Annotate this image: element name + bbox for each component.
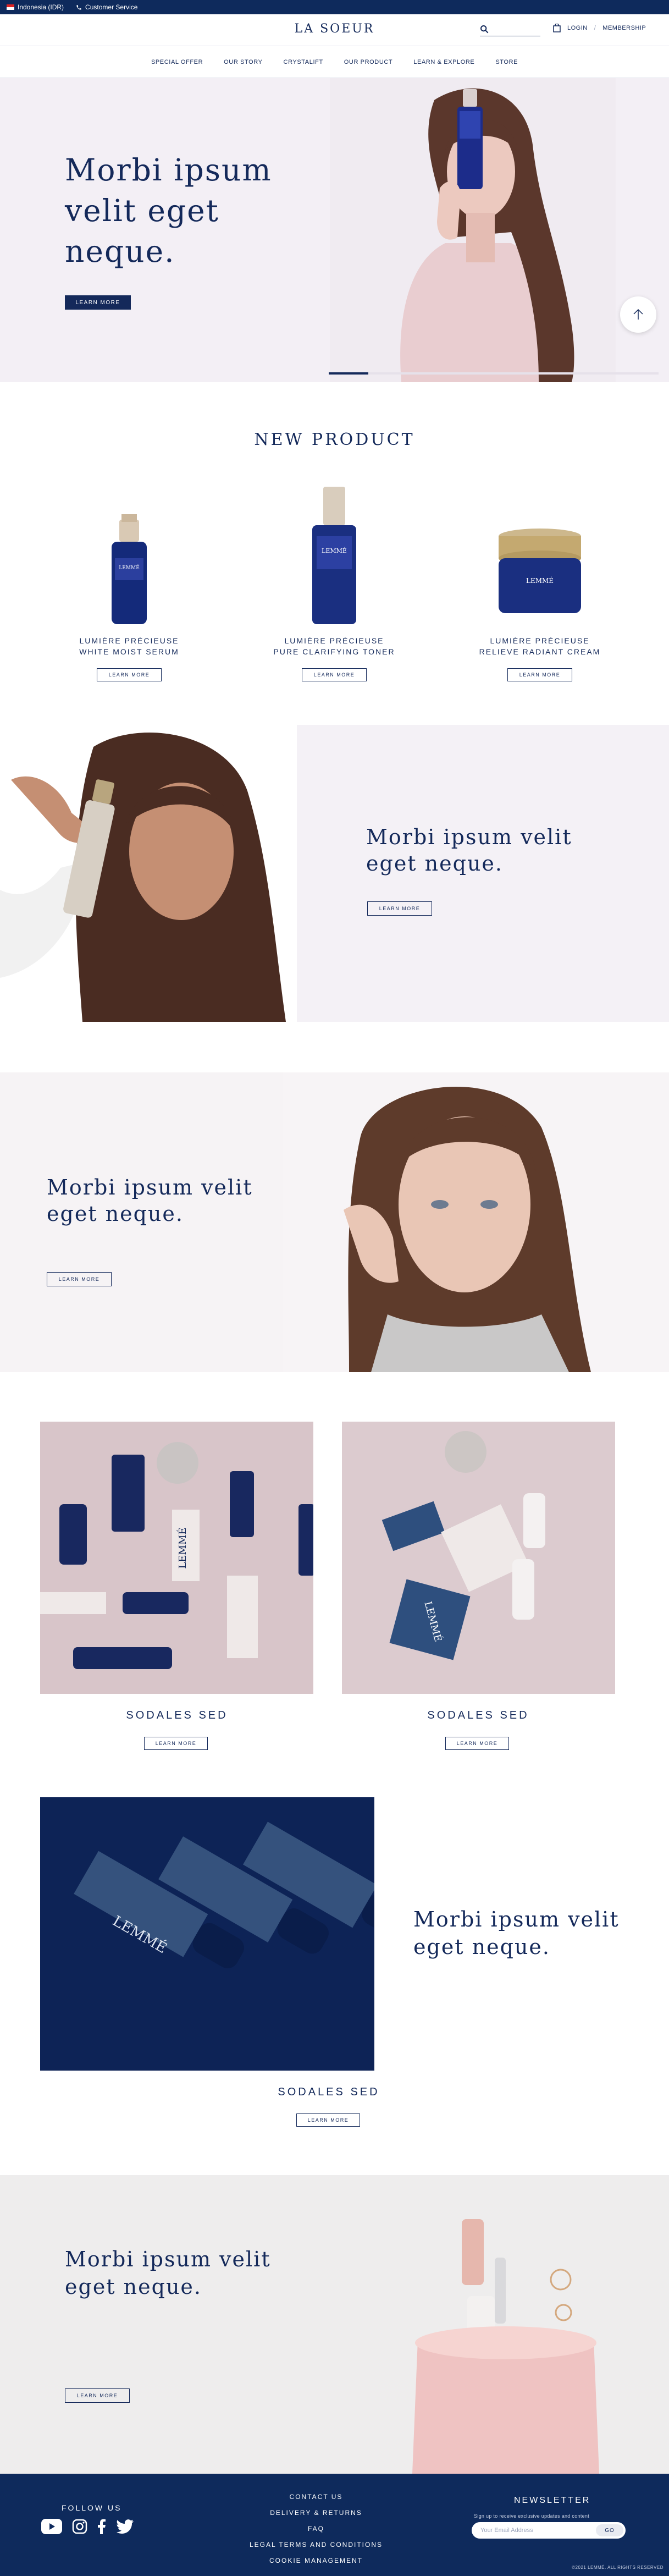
facebook-icon[interactable] <box>97 2519 106 2534</box>
flag-icon <box>7 4 14 10</box>
newsletter-email-input[interactable] <box>480 2525 585 2535</box>
hero-learn-more-button[interactable]: LEARN MORE <box>65 295 131 310</box>
banner-learn-more-button[interactable]: LEARN MORE <box>65 2388 130 2403</box>
banner-learn-more-button[interactable]: LEARN MORE <box>47 1272 112 1286</box>
search-icon[interactable] <box>480 25 489 34</box>
instagram-icon[interactable] <box>72 2519 87 2534</box>
flatlay-boxes-image: LEMMÉ <box>342 1422 615 1694</box>
youtube-icon[interactable] <box>41 2519 62 2534</box>
arrow-up-icon <box>633 309 643 320</box>
main-navigation: SPECIAL OFFER OUR STORY CRYSTALIFT OUR P… <box>0 46 669 78</box>
footer-link-contact[interactable]: CONTACT US <box>231 2489 401 2505</box>
product-brand-mark: LEMMÉ <box>119 564 140 571</box>
membership-link[interactable]: MEMBERSHIP <box>602 25 646 31</box>
site-header: LA SOEUR LOGIN / MEMBERSHIP <box>0 14 669 46</box>
customer-service-label: Customer Service <box>85 3 138 11</box>
hero-model-image <box>330 78 616 382</box>
footer-link-faq[interactable]: FAQ <box>231 2521 401 2537</box>
product-learn-more-button[interactable]: LEARN MORE <box>507 668 572 681</box>
slide-progress[interactable] <box>329 372 659 375</box>
nav-special-offer[interactable]: SPECIAL OFFER <box>151 59 203 65</box>
social-links <box>41 2519 134 2534</box>
banner-title: Morbi ipsum velit eget neque. <box>65 2247 271 2299</box>
boxed-bottles-image: LEMMÉ <box>40 1797 374 2071</box>
product-name: LUMIÈRE PRÉCIEUSE WHITE MOIST SERUM <box>79 636 179 656</box>
tile-brand-mark: LEMMÉ <box>176 1527 189 1568</box>
newsletter-subtitle: Sign up to receive exclusive updates and… <box>474 2513 590 2519</box>
nav-store[interactable]: STORE <box>495 59 518 65</box>
product-name: LUMIÈRE PRÉCIEUSE PURE CLARIFYING TONER <box>273 636 395 656</box>
tile-learn-more-button[interactable]: LEARN MORE <box>445 1737 509 1750</box>
feature-label: SODALES SED <box>278 2086 380 2098</box>
product-brand-mark: LEMMÉ <box>322 547 347 554</box>
feature-tile[interactable]: LEMMÉ <box>40 1797 374 2071</box>
cosmetics-pouch-image <box>352 2175 669 2474</box>
twitter-icon[interactable] <box>116 2519 134 2534</box>
toner-bottle-image: LEMMÉ <box>312 487 356 624</box>
product-brand-mark: LEMMÉ <box>526 576 554 585</box>
banner-title: Morbi ipsum velit eget neque. <box>47 1175 253 1226</box>
banner-learn-more-button[interactable]: LEARN MORE <box>367 901 432 916</box>
flatlay-bottles-image: LEMMÉ <box>40 1422 313 1694</box>
product-card[interactable]: LEMMÉ LUMIÈRE PRÉCIEUSE WHITE MOIST SERU… <box>47 481 212 690</box>
footer-links: CONTACT US DELIVERY & RETURNS FAQ LEGAL … <box>231 2489 401 2569</box>
newsletter-title: NEWSLETTER <box>514 2496 591 2505</box>
newsletter-form: GO <box>472 2522 626 2539</box>
new-product-title: NEW PRODUCT <box>254 430 415 449</box>
top-bar: Indonesia (IDR) Customer Service <box>0 0 669 14</box>
nav-crystalift[interactable]: CRYSTALIFT <box>284 59 323 65</box>
tile-learn-more-button[interactable]: LEARN MORE <box>144 1737 208 1750</box>
header-separator: / <box>594 25 596 31</box>
product-card[interactable]: LEMMÉ LUMIÈRE PRÉCIEUSE PURE CLARIFYING … <box>252 481 417 690</box>
product-card[interactable]: LEMMÉ LUMIÈRE PRÉCIEUSE RELIEVE RADIANT … <box>457 481 622 690</box>
model-with-bottle-image <box>0 725 297 1022</box>
feature-learn-more-button[interactable]: LEARN MORE <box>296 2113 360 2127</box>
product-name: LUMIÈRE PRÉCIEUSE RELIEVE RADIANT CREAM <box>479 636 601 656</box>
model-face-image <box>283 1072 669 1372</box>
footer-link-legal[interactable]: LEGAL TERMS AND CONDITIONS <box>231 2537 401 2553</box>
feature-title: Morbi ipsum velit eget neque. <box>413 1907 620 1959</box>
promo-banner: Morbi ipsum velit eget neque. LEARN MORE <box>0 1072 669 1372</box>
tile-label: SODALES SED <box>427 1709 529 1721</box>
follow-us-label: FOLLOW US <box>62 2503 122 2512</box>
login-link[interactable]: LOGIN <box>567 25 588 31</box>
product-learn-more-button[interactable]: LEARN MORE <box>302 668 367 681</box>
cream-jar-image: LEMMÉ <box>499 529 581 613</box>
scroll-top-button[interactable] <box>620 296 656 333</box>
region-label: Indonesia (IDR) <box>18 3 64 11</box>
shopping-bag-icon[interactable] <box>553 24 561 32</box>
customer-service-link[interactable]: Customer Service <box>76 3 137 11</box>
product-learn-more-button[interactable]: LEARN MORE <box>97 668 162 681</box>
tile-label: SODALES SED <box>126 1709 228 1721</box>
banner-title: Morbi ipsum velit eget neque. <box>366 825 572 876</box>
hero-title: Morbi ipsum velit eget neque. <box>65 152 272 269</box>
header-actions: LOGIN / MEMBERSHIP <box>553 24 646 32</box>
nav-our-product[interactable]: OUR PRODUCT <box>344 59 393 65</box>
hero-banner: Morbi ipsum velit eget neque. LEARN MORE <box>0 78 669 382</box>
product-flatlay-tile[interactable]: LEMMÉ <box>40 1422 313 1694</box>
nav-learn-explore[interactable]: LEARN & EXPLORE <box>413 59 474 65</box>
slide-progress-fill <box>329 372 368 375</box>
region-selector[interactable]: Indonesia (IDR) <box>7 3 64 11</box>
footer-link-delivery[interactable]: DELIVERY & RETURNS <box>231 2505 401 2521</box>
copyright-text: ©2021 LEMMÉ. ALL RIGHTS RESERVED <box>572 2565 664 2570</box>
product-flatlay-tile[interactable]: LEMMÉ <box>342 1422 615 1694</box>
nav-our-story[interactable]: OUR STORY <box>224 59 262 65</box>
promo-banner: Morbi ipsum velit eget neque. LEARN MORE <box>0 2175 669 2474</box>
newsletter-go-button[interactable]: GO <box>596 2524 623 2536</box>
serum-bottle-image: LEMMÉ <box>112 514 147 624</box>
phone-icon <box>76 4 81 10</box>
site-footer: FOLLOW US CONTACT US DELIVERY & RETURNS … <box>0 2474 669 2576</box>
search-field[interactable] <box>480 23 540 36</box>
footer-link-cookies[interactable]: COOKIE MANAGEMENT <box>231 2553 401 2569</box>
promo-banner: Morbi ipsum velit eget neque. LEARN MORE <box>0 725 669 1022</box>
